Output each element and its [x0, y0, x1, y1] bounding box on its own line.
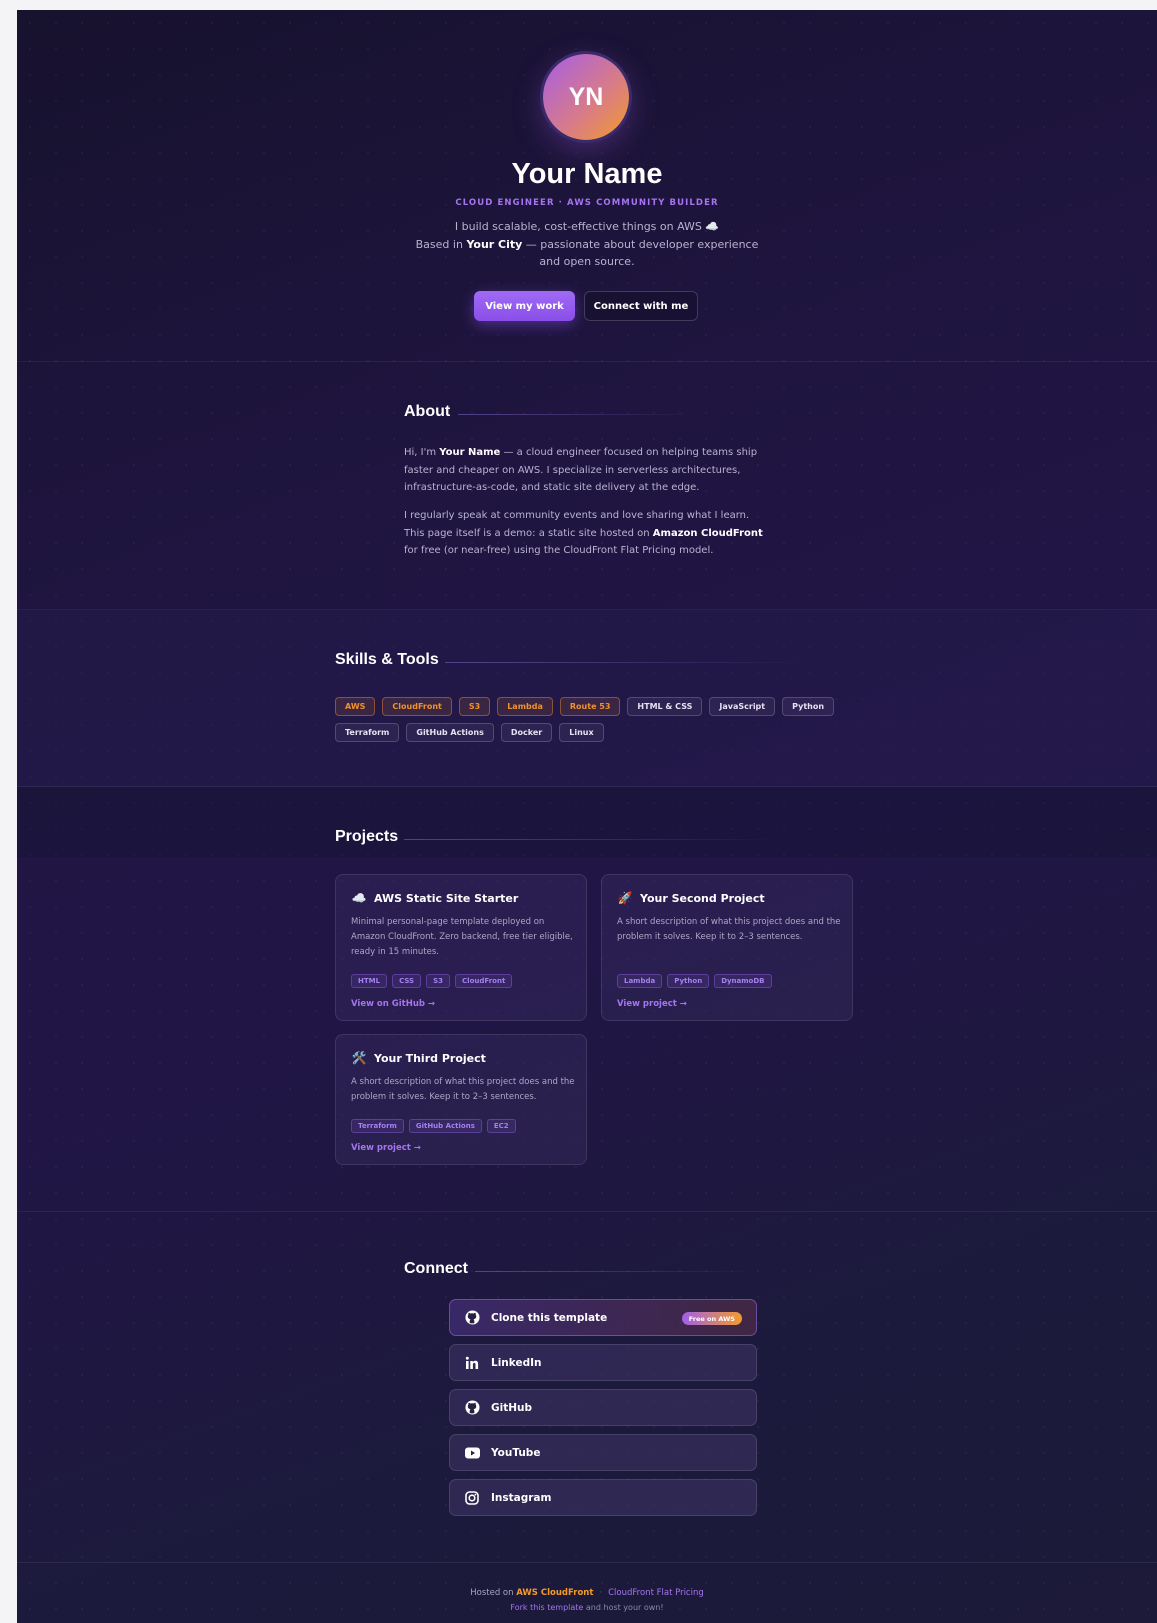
instagram-icon	[464, 1490, 480, 1506]
skill-chip: S3	[458, 697, 491, 716]
skill-chip: Route 53	[559, 697, 621, 716]
youtube-icon	[464, 1445, 480, 1461]
section-divider	[17, 1211, 1157, 1212]
free-badge: Free on AWS	[681, 1312, 742, 1325]
about-paragraph-1: Hi, I'm Your Name — a cloud engineer foc…	[404, 444, 769, 497]
project-title: 🚀 Your Second Project	[617, 891, 765, 905]
github-link[interactable]: GitHub	[449, 1389, 757, 1426]
skill-chip: CloudFront	[382, 697, 452, 716]
project-description: A short description of what this project…	[351, 1077, 575, 1102]
view-work-button[interactable]: View my work	[474, 291, 575, 321]
link-label: Clone this template	[491, 1311, 608, 1324]
link-label: YouTube	[491, 1446, 541, 1459]
cloud-icon: ☁️	[351, 891, 367, 905]
project-tag: CSS	[392, 974, 422, 988]
projects-divider	[404, 839, 784, 840]
pricing-link[interactable]: CloudFront Flat Pricing	[608, 1588, 704, 1598]
connect-button[interactable]: Connect with me	[584, 291, 698, 321]
project-title-text: Your Third Project	[374, 1051, 486, 1065]
instagram-link[interactable]: Instagram	[449, 1479, 757, 1516]
bio-line-2-prefix: Based in	[415, 237, 467, 251]
project-title: ☁️ AWS Static Site Starter	[351, 891, 519, 905]
fork-suffix: and host your own!	[583, 1603, 664, 1612]
tools-icon: 🛠️	[351, 1051, 367, 1065]
project-description: A short description of what this project…	[617, 917, 841, 942]
project-link[interactable]: View project →	[617, 999, 687, 1009]
about-paragraph-2: I regularly speak at community events an…	[404, 507, 769, 560]
clone-template-link[interactable]: Clone this template Free on AWS	[449, 1299, 757, 1336]
about-p1-name: Your Name	[439, 447, 501, 458]
project-tag: GitHub Actions	[408, 1119, 482, 1133]
project-link[interactable]: View on GitHub →	[351, 999, 435, 1009]
project-tag: Terraform	[351, 1119, 404, 1133]
linkedin-icon	[464, 1355, 480, 1371]
rocket-icon: 🚀	[617, 891, 633, 905]
project-title-text: AWS Static Site Starter	[374, 891, 519, 905]
project-card: ☁️ AWS Static Site Starter Minimal perso…	[335, 874, 587, 1021]
project-tags: Lambda Python DynamoDB	[617, 974, 772, 988]
project-link[interactable]: View project →	[351, 1143, 421, 1153]
projects-heading: Projects	[335, 828, 399, 845]
project-tag: Lambda	[617, 974, 663, 988]
connect-divider	[475, 1271, 755, 1272]
project-tag: DynamoDB	[714, 974, 772, 988]
skill-chip: AWS	[335, 697, 376, 716]
project-card: 🛠️ Your Third Project A short descriptio…	[335, 1034, 587, 1165]
skill-chip: HTML & CSS	[627, 697, 703, 716]
skills-heading: Skills & Tools	[335, 651, 439, 668]
skill-chip: Docker	[500, 723, 553, 742]
hero-bio: I build scalable, cost-effective things …	[412, 218, 762, 271]
skill-chip: Terraform	[335, 723, 400, 742]
connect-heading: Connect	[404, 1260, 468, 1277]
about-divider	[458, 414, 698, 415]
avatar: YN	[543, 54, 629, 140]
project-description: Minimal personal-page template deployed …	[351, 917, 573, 957]
skill-chip: GitHub Actions	[406, 723, 494, 742]
linkedin-link[interactable]: LinkedIn	[449, 1344, 757, 1381]
youtube-link[interactable]: YouTube	[449, 1434, 757, 1471]
project-tag: EC2	[486, 1119, 516, 1133]
hero-section: YN Your Name CLOUD ENGINEER · AWS COMMUN…	[17, 10, 1157, 362]
bio-line-2-suffix: — passionate about developer experience …	[522, 237, 759, 269]
hosted-service-link[interactable]: AWS CloudFront	[516, 1588, 593, 1598]
project-title-text: Your Second Project	[640, 891, 765, 905]
hosted-prefix: Hosted on	[470, 1588, 514, 1598]
github-icon	[464, 1310, 480, 1326]
skill-chip: Python	[782, 697, 835, 716]
footer-line-2: Fork this template and host your own!	[17, 1603, 1157, 1612]
link-label: Instagram	[491, 1491, 552, 1504]
link-label: GitHub	[491, 1401, 533, 1414]
about-p1-prefix: Hi, I'm	[404, 447, 440, 458]
link-label: LinkedIn	[491, 1356, 542, 1369]
fork-template-link[interactable]: Fork this template	[510, 1603, 583, 1612]
skill-chip: JavaScript	[709, 697, 776, 716]
github-icon	[464, 1400, 480, 1416]
project-tag: Python	[667, 974, 710, 988]
project-tag: CloudFront	[455, 974, 513, 988]
footer-line-1: Hosted on AWS CloudFront · CloudFront Flat…	[17, 1588, 1157, 1598]
page: YN Your Name CLOUD ENGINEER · AWS COMMUN…	[17, 10, 1157, 1623]
project-tags: HTML CSS S3 CloudFront	[351, 974, 513, 988]
about-p2-suffix: for free (or near-free) using the CloudF…	[404, 545, 714, 556]
about-heading: About	[404, 403, 451, 420]
project-tag: S3	[426, 974, 451, 988]
footer: Hosted on AWS CloudFront · CloudFront Flat…	[17, 1562, 1157, 1623]
bio-city: Your City	[466, 237, 523, 251]
project-tag: HTML	[351, 974, 388, 988]
projects-background	[17, 787, 1157, 857]
project-tags: Terraform GitHub Actions EC2	[351, 1119, 516, 1133]
project-card: 🚀 Your Second Project A short descriptio…	[601, 874, 853, 1021]
bio-line-1: I build scalable, cost-effective things …	[454, 220, 720, 233]
skill-chip: Linux	[559, 723, 604, 742]
footer-separator: ·	[599, 1588, 603, 1598]
skills-divider	[445, 662, 805, 663]
project-title: 🛠️ Your Third Project	[351, 1051, 486, 1065]
skills-chip-list: AWS CloudFront S3 Lambda Route 53 HTML &…	[335, 697, 835, 742]
page-title: Your Name	[511, 158, 663, 190]
skill-chip: Lambda	[497, 697, 553, 716]
tagline: CLOUD ENGINEER · AWS COMMUNITY BUILDER	[455, 198, 719, 208]
about-p2-bold: Amazon CloudFront	[652, 527, 763, 539]
